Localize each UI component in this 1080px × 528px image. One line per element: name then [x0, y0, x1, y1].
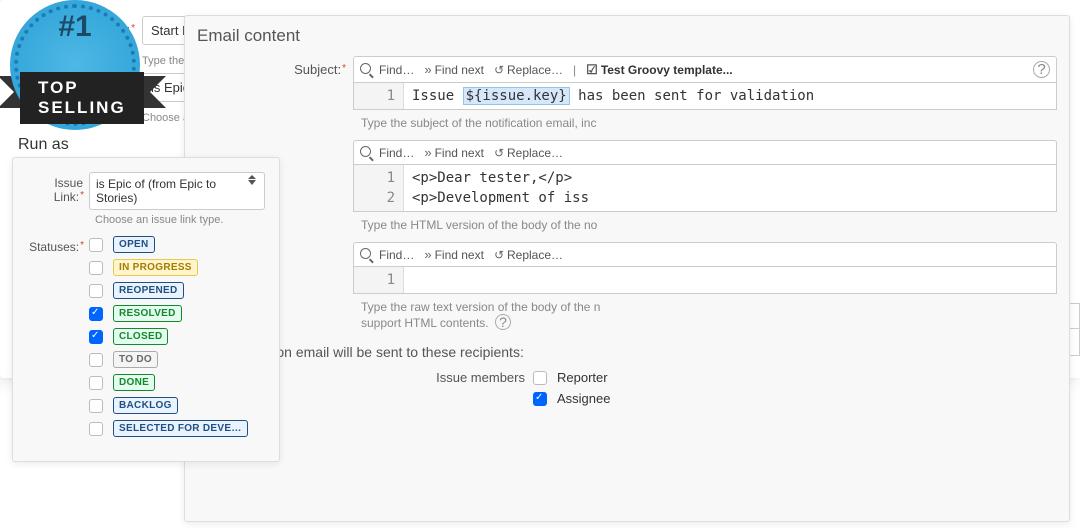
help-icon[interactable]: ? — [495, 314, 511, 330]
email-content-panel: Email content Subject: Find… Find next R… — [184, 15, 1070, 522]
assignee-label: Assignee — [557, 391, 610, 406]
find-button[interactable]: Find… — [360, 146, 414, 160]
status-checkbox[interactable] — [89, 261, 103, 275]
search-icon — [360, 146, 376, 160]
status-item: TO DO — [89, 351, 265, 368]
status-badge: OPEN — [113, 236, 155, 253]
subject-hint: Type the subject of the notification ema… — [361, 116, 1057, 130]
raw-body-hint: Type the raw text version of the body of… — [361, 300, 1057, 330]
raw-body-toolbar: Find… Find next Replace… — [353, 242, 1057, 267]
help-icon[interactable]: ? — [1033, 61, 1050, 78]
reporter-label: Reporter — [557, 370, 608, 385]
test-groovy-template-button[interactable]: Test Groovy template... — [586, 62, 732, 78]
status-item: SELECTED FOR DEVE… — [89, 420, 265, 437]
status-checkbox[interactable] — [89, 330, 103, 344]
chevrons-icon — [424, 145, 431, 160]
test-icon — [586, 62, 598, 78]
top-selling-badge: #1 WORKFLOW ADD-ON FOR JIRA TOP SELLING — [10, 0, 140, 130]
status-badge: RESOLVED — [113, 305, 182, 322]
status-item: BACKLOG — [89, 397, 265, 414]
search-icon — [360, 63, 376, 77]
subject-toolbar: Find… Find next Replace… | Test Groovy t… — [353, 56, 1057, 83]
status-badge: SELECTED FOR DEVE… — [113, 420, 248, 437]
section-title: Email content — [197, 26, 1057, 46]
issue-link-select[interactable]: is Epic of (from Epic to Stories) — [89, 172, 265, 210]
find-next-button[interactable]: Find next — [424, 247, 484, 262]
chevrons-icon — [424, 62, 431, 77]
status-badge: CLOSED — [113, 328, 168, 345]
find-button[interactable]: Find… — [360, 248, 414, 262]
subject-editor[interactable]: 1 Issue ${issue.key} has been sent for v… — [353, 83, 1057, 110]
status-badge: DONE — [113, 374, 155, 391]
status-checkbox[interactable] — [89, 353, 103, 367]
replace-icon — [494, 248, 504, 262]
assignee-checkbox[interactable] — [533, 392, 547, 406]
search-icon — [360, 248, 376, 262]
status-item: CLOSED — [89, 328, 265, 345]
status-item: OPEN — [89, 236, 265, 253]
replace-icon — [494, 63, 504, 77]
replace-icon — [494, 146, 504, 160]
status-badge: IN PROGRESS — [113, 259, 198, 276]
statuses-label: Statuses: — [27, 236, 89, 254]
html-body-hint: Type the HTML version of the body of the… — [361, 218, 1057, 232]
badge-number: #1 — [10, 10, 140, 44]
status-badge: TO DO — [113, 351, 158, 368]
subject-label: Subject: — [197, 56, 353, 110]
issue-link-panel: Issue Link: is Epic of (from Epic to Sto… — [12, 157, 280, 462]
replace-button[interactable]: Replace… — [494, 146, 563, 160]
status-checkbox[interactable] — [89, 399, 103, 413]
badge-ribbon: TOP SELLING — [20, 72, 144, 124]
status-badge: REOPENED — [113, 282, 184, 299]
status-item: IN PROGRESS — [89, 259, 265, 276]
status-item: DONE — [89, 374, 265, 391]
status-badge: BACKLOG — [113, 397, 178, 414]
recipients-note: The notification email will be sent to t… — [197, 344, 1057, 360]
status-checkbox[interactable] — [89, 376, 103, 390]
chevrons-icon — [424, 247, 431, 262]
find-next-button[interactable]: Find next — [424, 145, 484, 160]
status-checkbox[interactable] — [89, 284, 103, 298]
html-body-toolbar: Find… Find next Replace… — [353, 140, 1057, 165]
issue-link-label: Issue Link: — [27, 172, 89, 204]
issue-link-hint: Choose an issue link type. — [95, 214, 265, 226]
status-checkbox[interactable] — [89, 307, 103, 321]
status-item: RESOLVED — [89, 305, 265, 322]
find-button[interactable]: Find… — [360, 63, 414, 77]
reporter-checkbox[interactable] — [533, 371, 547, 385]
raw-body-editor[interactable]: 1 — [353, 267, 1057, 294]
status-item: REOPENED — [89, 282, 265, 299]
replace-button[interactable]: Replace… — [494, 63, 563, 77]
status-checkbox[interactable] — [89, 238, 103, 252]
html-body-editor[interactable]: 12 <p>Dear tester,</p><p>Development of … — [353, 165, 1057, 212]
find-next-button[interactable]: Find next — [424, 62, 484, 77]
replace-button[interactable]: Replace… — [494, 248, 563, 262]
status-checkbox[interactable] — [89, 422, 103, 436]
